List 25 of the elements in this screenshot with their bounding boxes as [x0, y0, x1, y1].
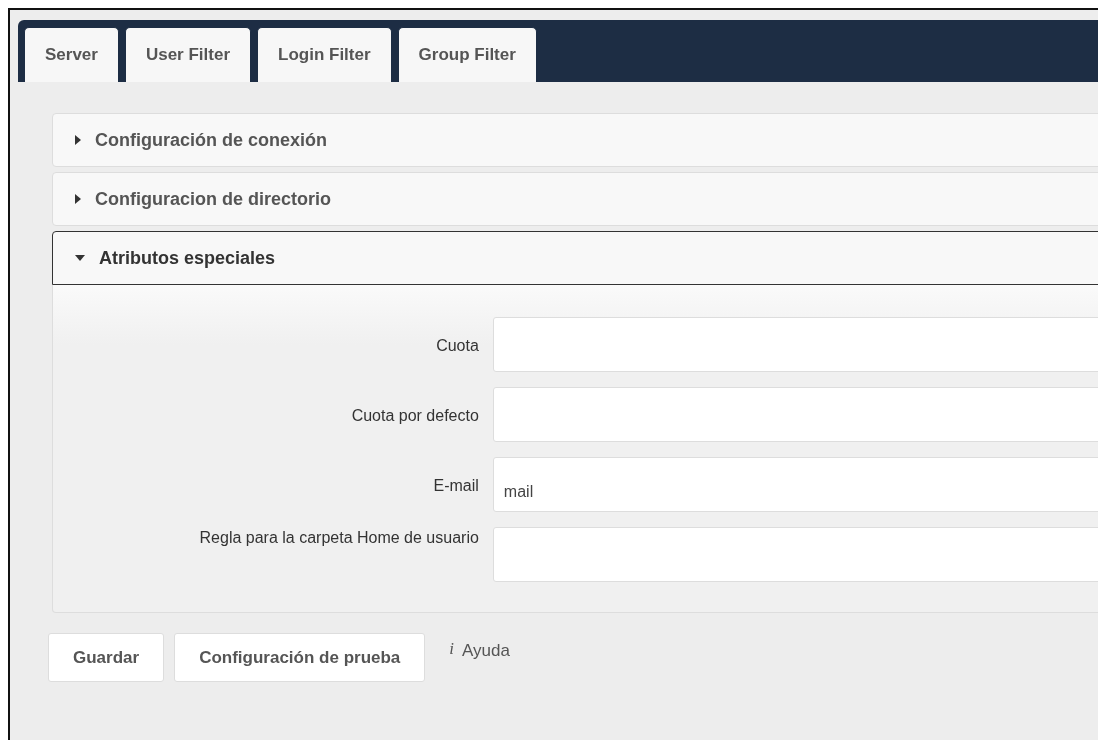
caret-down-icon — [75, 255, 85, 261]
info-icon: i — [449, 639, 455, 659]
tab[interactable]: Group Filter — [397, 27, 537, 82]
text-field[interactable]: mail — [492, 457, 1098, 512]
tab[interactable]: Login Filter — [257, 27, 392, 82]
accordion-header[interactable]: Configuración de conexión — [52, 113, 1098, 167]
field-label: E-mail — [432, 476, 479, 496]
accordion-header[interactable]: Configuracion de directorio — [52, 172, 1098, 226]
action-button[interactable]: Guardar — [48, 633, 165, 682]
text-field[interactable] — [492, 387, 1098, 442]
text-field[interactable] — [492, 527, 1098, 582]
section-title[interactable]: Configuracion de directorio — [95, 188, 331, 210]
field-label: Cuota por defecto — [350, 406, 479, 426]
section-title[interactable]: Configuración de conexión — [95, 129, 327, 151]
section-title[interactable]: Atributos especiales — [99, 247, 276, 269]
tab[interactable]: Server — [24, 27, 119, 82]
caret-right-icon — [75, 135, 81, 145]
field-label: Cuota — [435, 336, 479, 356]
help-link[interactable]: Ayuda — [462, 641, 510, 661]
field-label: Regla para la carpeta Home de usuario — [198, 528, 479, 548]
text-field[interactable] — [492, 317, 1098, 372]
tab[interactable]: User Filter — [124, 27, 252, 82]
caret-right-icon — [75, 194, 81, 204]
action-button[interactable]: Configuración de prueba — [174, 633, 426, 682]
accordion-header[interactable]: Atributos especiales — [52, 231, 1098, 285]
